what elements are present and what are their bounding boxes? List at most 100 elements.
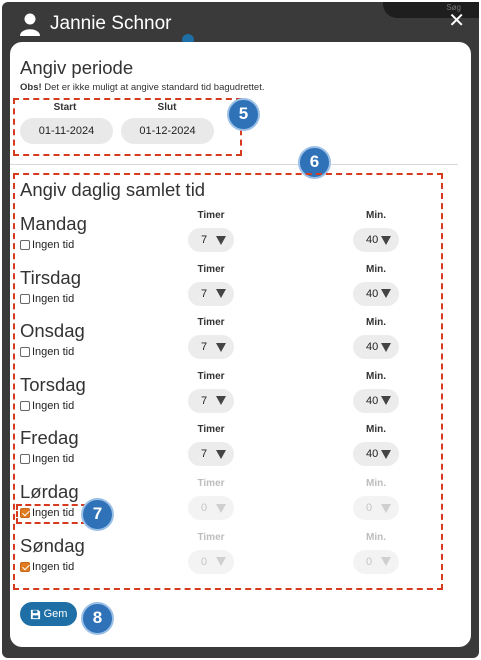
- minutes-value: 40: [366, 234, 379, 246]
- day-name: Onsdag: [20, 320, 85, 342]
- minutes-value: 40: [366, 394, 379, 407]
- minutes-label: Min.: [366, 424, 386, 436]
- start-date-input[interactable]: 01-11-2024: [20, 118, 113, 144]
- hours-select[interactable]: 0: [188, 496, 234, 520]
- save-button-label: Gem: [43, 608, 68, 620]
- minutes-value: 40: [366, 287, 379, 300]
- day-name: Fredag: [20, 427, 79, 449]
- no-time-label: Ingen tid: [32, 560, 75, 573]
- no-time-label: Ingen tid: [32, 239, 75, 251]
- dropdown-arrow-icon: [381, 449, 391, 459]
- hours-select[interactable]: 7: [188, 281, 234, 306]
- gear-icon: [182, 34, 194, 42]
- minutes-select[interactable]: 40: [353, 335, 399, 360]
- dropdown-arrow-icon: [216, 503, 226, 513]
- dialog-header: Jannie Schnor: [18, 12, 171, 36]
- callout-badge-7: 7: [81, 498, 114, 531]
- no-time-label: Ingen tid: [32, 399, 75, 412]
- dialog-frame: Søg Jannie Schnor ✕ Angiv periode Obs! D…: [2, 2, 479, 658]
- end-date-input[interactable]: 01-12-2024: [121, 118, 214, 144]
- saturday-highlight-box: [16, 504, 87, 524]
- hours-label: Timer: [197, 370, 225, 382]
- no-time-option: Ingen tid: [20, 239, 74, 251]
- dropdown-arrow-icon: [381, 396, 391, 406]
- hours-select[interactable]: 7: [188, 442, 234, 467]
- no-time-checkbox[interactable]: [20, 454, 30, 465]
- no-time-option: Ingen tid: [20, 346, 74, 358]
- hours-value: 7: [201, 341, 208, 354]
- minutes-label: Min.: [366, 317, 386, 329]
- dropdown-arrow-icon: [216, 449, 226, 459]
- hours-select[interactable]: 7: [188, 228, 234, 252]
- no-time-option: Ingen tid: [20, 453, 74, 465]
- dropdown-arrow-icon: [381, 289, 391, 299]
- save-icon: [30, 609, 40, 619]
- hours-value: 7: [201, 394, 208, 407]
- no-time-checkbox[interactable]: [20, 347, 30, 358]
- no-time-label: Ingen tid: [32, 346, 75, 359]
- hours-value: 7: [201, 234, 208, 246]
- dropdown-arrow-icon: [381, 503, 391, 513]
- callout-badge-5: 5: [227, 98, 260, 131]
- dropdown-arrow-icon: [381, 557, 391, 567]
- dropdown-arrow-icon: [216, 289, 226, 299]
- hours-label: Timer: [197, 263, 225, 275]
- day-name: Lørdag: [20, 481, 79, 502]
- minutes-select[interactable]: 40: [353, 281, 399, 306]
- section-divider: [10, 164, 458, 165]
- no-time-checkbox[interactable]: [20, 400, 30, 411]
- dropdown-arrow-icon: [216, 396, 226, 406]
- user-icon: [20, 13, 40, 36]
- minutes-value: 40: [366, 448, 379, 461]
- minutes-select[interactable]: 0: [353, 496, 399, 520]
- no-time-label: Ingen tid: [32, 292, 75, 305]
- close-button[interactable]: ✕: [448, 11, 465, 31]
- day-name: Mandag: [20, 213, 87, 234]
- dropdown-arrow-icon: [216, 342, 226, 352]
- no-time-checkbox[interactable]: [20, 240, 30, 250]
- no-time-option: Ingen tid: [20, 293, 74, 305]
- no-time-checkbox[interactable]: [20, 293, 30, 304]
- minutes-value: 40: [366, 341, 379, 354]
- minutes-select[interactable]: 40: [353, 228, 399, 252]
- period-note: Obs! Det er ikke muligt at angive standa…: [20, 82, 265, 93]
- minutes-value: 0: [366, 555, 373, 568]
- no-time-option: Ingen tid: [20, 561, 74, 573]
- no-time-checkbox[interactable]: [20, 561, 30, 572]
- minutes-select[interactable]: 0: [353, 549, 399, 574]
- callout-badge-8: 8: [81, 602, 114, 635]
- day-name: Torsdag: [20, 373, 86, 395]
- period-title: Angiv periode: [20, 57, 134, 78]
- hours-value: 7: [201, 287, 208, 300]
- hours-select[interactable]: 0: [188, 549, 234, 574]
- hours-label: Timer: [197, 424, 225, 436]
- minutes-select[interactable]: 40: [353, 388, 399, 413]
- user-name: Jannie Schnor: [50, 13, 172, 34]
- hours-label: Timer: [197, 317, 225, 329]
- hours-label: Timer: [197, 210, 225, 221]
- hours-label: Timer: [197, 478, 225, 489]
- hours-select[interactable]: 7: [188, 335, 234, 360]
- day-name: Tirsdag: [20, 266, 82, 288]
- minutes-label: Min.: [366, 478, 386, 489]
- minutes-select[interactable]: 40: [353, 442, 399, 467]
- minutes-label: Min.: [366, 210, 386, 221]
- no-time-option: Ingen tid: [20, 400, 74, 412]
- minutes-label: Min.: [366, 531, 386, 543]
- save-button[interactable]: Gem: [20, 602, 77, 626]
- hours-value: 0: [201, 502, 208, 514]
- no-time-label: Ingen tid: [32, 453, 75, 466]
- day-name: Søndag: [20, 534, 85, 556]
- dropdown-arrow-icon: [216, 235, 226, 245]
- dropdown-arrow-icon: [381, 342, 391, 352]
- dialog-card: Angiv periode Obs! Det er ikke muligt at…: [10, 42, 471, 647]
- end-label: Slut: [157, 102, 177, 113]
- note-text: Det er ikke muligt at angive standard ti…: [41, 82, 265, 93]
- start-label: Start: [53, 102, 77, 113]
- minutes-value: 0: [366, 502, 373, 514]
- minutes-label: Min.: [366, 263, 386, 275]
- hours-label: Timer: [197, 531, 225, 543]
- dropdown-arrow-icon: [381, 235, 391, 245]
- hours-value: 7: [201, 448, 208, 461]
- hours-select[interactable]: 7: [188, 388, 234, 413]
